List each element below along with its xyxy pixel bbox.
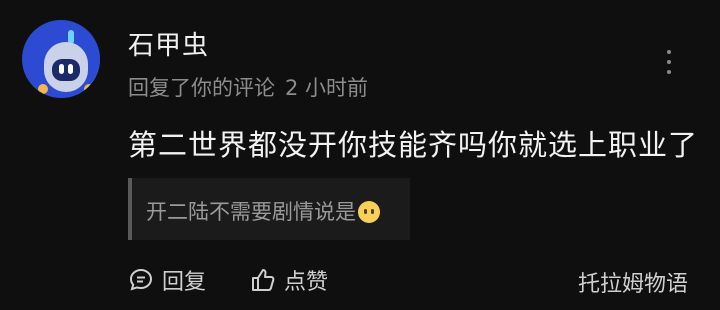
reply-content: 第二世界都没开你技能齐吗你就选上职业了	[128, 128, 699, 162]
avatar[interactable]	[22, 20, 100, 98]
avatar-left-eye	[59, 64, 64, 74]
game-name[interactable]: 托拉姆物语	[578, 266, 688, 298]
like-button[interactable]: 点赞	[250, 264, 328, 296]
timestamp: 2 小时前	[285, 76, 369, 100]
username[interactable]: 石甲虫	[128, 25, 209, 62]
notification-meta: 回复了你的评论 2 小时前	[128, 72, 378, 102]
chat-bubble-icon	[129, 268, 153, 291]
reply-button[interactable]: 回复	[128, 264, 206, 296]
smiling-face-emoji	[358, 201, 380, 223]
avatar-left-hand	[38, 84, 48, 94]
avatar-face	[52, 59, 80, 81]
quoted-text: 开二陆不需要剧情说是	[146, 200, 356, 224]
quoted-comment[interactable]: 开二陆不需要剧情说是	[128, 178, 410, 240]
thumbs-up-icon	[252, 269, 275, 291]
like-label: 点赞	[284, 270, 329, 295]
action-bar: 回复 点赞	[128, 262, 328, 298]
avatar-right-eye	[68, 64, 73, 74]
action-text: 回复了你的评论	[128, 76, 275, 100]
reply-label: 回复	[162, 270, 207, 295]
more-vertical-icon[interactable]	[663, 50, 675, 74]
avatar-right-hand	[84, 84, 94, 94]
